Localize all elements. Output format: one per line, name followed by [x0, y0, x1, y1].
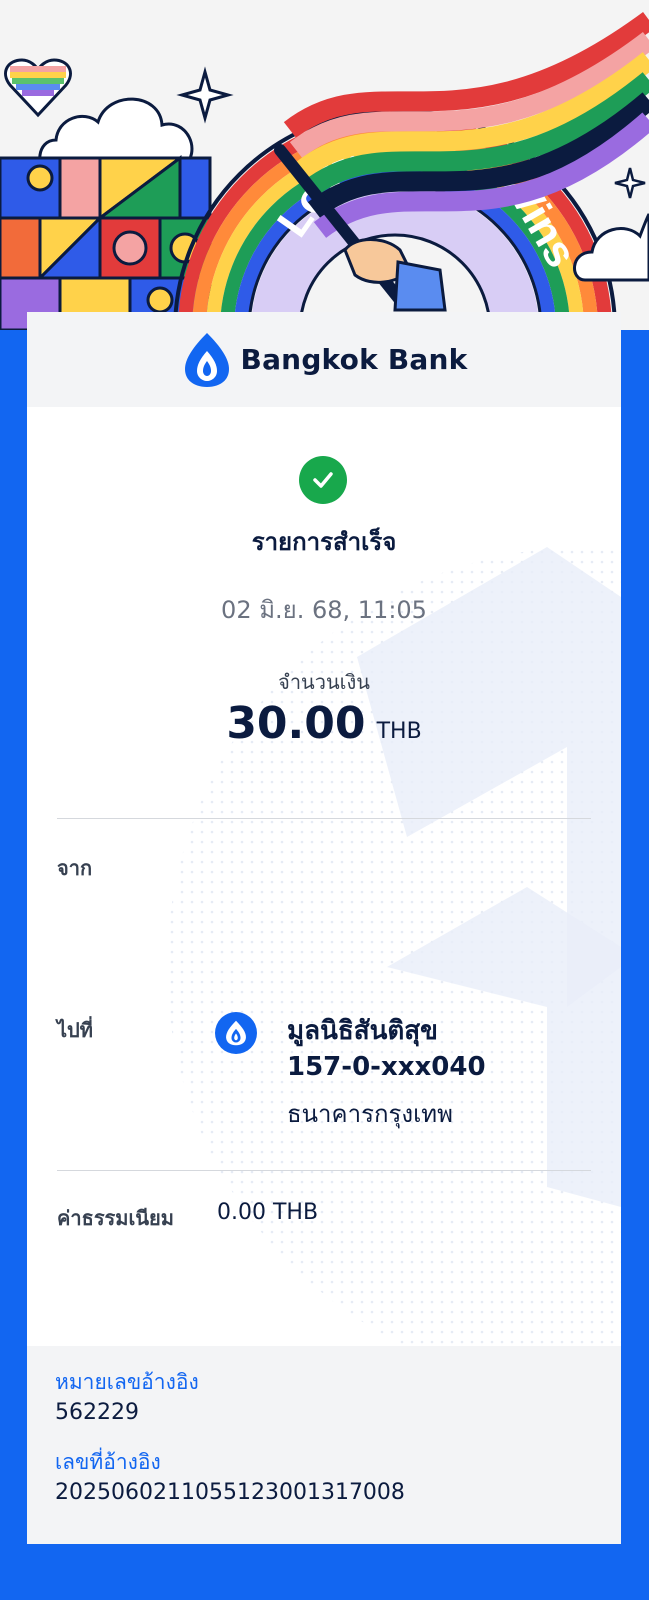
to-label: ไปที่ [57, 1018, 93, 1042]
card-header: Bangkok Bank [27, 312, 621, 407]
amount-value: 30.00 [226, 698, 366, 749]
rainbow-heart-icon [4, 58, 72, 118]
reference-code-value: 2025060211055123001317008 [55, 1480, 405, 1505]
recipient-account: 157-0-xxx040 [287, 1052, 486, 1082]
decorative-banner: Love Wins [0, 0, 649, 330]
transaction-datetime: 02 มิ.ย. 68, 11:05 [221, 596, 427, 624]
reference-code-label: เลขที่อ้างอิง [55, 1450, 161, 1474]
success-check-icon [299, 456, 347, 504]
reference-section: หมายเลขอ้างอิง 562229 เลขที่อ้างอิง 2025… [27, 1346, 621, 1544]
recipient-name: มูลนิธิสันติสุข [287, 1016, 438, 1046]
fee-label: ค่าธรรมเนียม [57, 1206, 174, 1230]
recipient-bank: ธนาคารกรุงเทพ [287, 1100, 453, 1128]
brand-name: Bangkok Bank [240, 343, 468, 376]
amount-row: 30.00 THB [27, 698, 621, 749]
reference-number-label: หมายเลขอ้างอิง [55, 1370, 199, 1394]
amount-unit: THB [376, 719, 422, 744]
divider [57, 818, 591, 819]
divider [57, 1170, 591, 1171]
receipt-card: Bangkok Bank รายการสำเร็จ 02 มิ.ย. 68, 1… [27, 312, 621, 1544]
lotus-bank-icon [215, 1012, 257, 1054]
reference-number-value: 562229 [55, 1400, 139, 1425]
lotus-logo-icon [184, 332, 229, 387]
from-label: จาก [57, 856, 93, 880]
status-title: รายการสำเร็จ [251, 528, 397, 556]
amount-label: จำนวนเงิน [278, 670, 370, 694]
fee-value: 0.00 THB [217, 1200, 319, 1225]
